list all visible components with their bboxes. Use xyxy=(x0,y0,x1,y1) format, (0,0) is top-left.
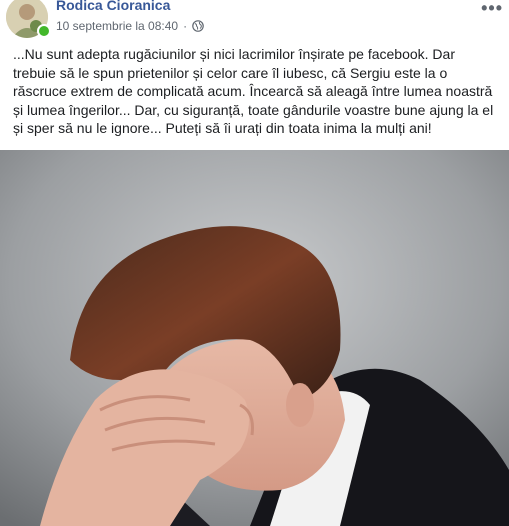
post-photo[interactable] xyxy=(0,150,509,526)
post-text: ...Nu sunt adepta rugăciunilor și nici l… xyxy=(13,46,494,136)
post-timestamp[interactable]: 10 septembrie la 08:40 xyxy=(56,19,178,33)
meta-separator: · xyxy=(183,19,188,33)
ellipsis-icon[interactable]: ••• xyxy=(481,0,503,19)
globe-icon[interactable] xyxy=(192,20,204,32)
post-header: Rodica Cioranica 10 septembrie la 08:40 … xyxy=(0,0,509,40)
post-author-name[interactable]: Rodica Cioranica xyxy=(56,0,170,13)
online-status-indicator xyxy=(37,24,51,38)
post-meta: 10 septembrie la 08:40 · xyxy=(56,19,204,33)
